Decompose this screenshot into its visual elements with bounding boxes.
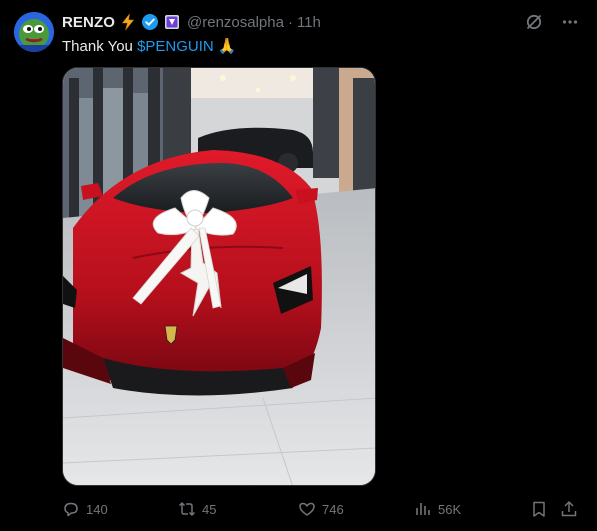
share-button[interactable] — [560, 498, 578, 520]
reply-count: 140 — [86, 501, 108, 517]
author-name[interactable]: RENZO — [62, 14, 115, 31]
tweet-text: Thank You $PENGUIN 🙏 — [62, 37, 236, 55]
timestamp[interactable]: 11h — [297, 14, 321, 31]
cashtag-link[interactable]: $PENGUIN — [137, 38, 214, 55]
repost-count: 45 — [202, 501, 217, 517]
avatar[interactable] — [14, 12, 54, 52]
reply-icon — [64, 502, 78, 517]
tweet-media-image[interactable] — [62, 67, 376, 486]
tweet-text-plain: Thank You — [62, 38, 138, 55]
author-handle[interactable]: @renzosalpha — [187, 14, 284, 31]
share-icon — [561, 500, 577, 517]
tweet-action-bar: 140 45 746 56K — [62, 498, 582, 520]
supercar-photo-icon — [63, 68, 375, 485]
repost-button[interactable]: 45 — [178, 498, 216, 520]
bookmark-button[interactable] — [530, 498, 548, 520]
grok-icon[interactable] — [523, 11, 545, 33]
views-count: 56K — [438, 501, 462, 517]
affiliate-badge-icon[interactable] — [163, 13, 181, 31]
reply-button[interactable]: 140 — [62, 498, 108, 520]
more-options-icon[interactable] — [559, 11, 581, 33]
repost-icon — [178, 501, 196, 517]
tweet-header: RENZO @renzosalpha · 11h — [62, 12, 321, 32]
praying-hands-emoji: 🙏 — [217, 38, 237, 55]
like-count: 746 — [322, 501, 344, 517]
lightning-icon — [119, 13, 137, 31]
like-button[interactable]: 746 — [298, 498, 344, 520]
tweet-top-actions — [523, 11, 581, 33]
heart-icon — [299, 502, 315, 516]
views-chart-icon — [416, 503, 430, 515]
tweet: RENZO @renzosalpha · 11h Thank You $PENG… — [0, 0, 597, 531]
verified-badge-icon[interactable] — [141, 13, 159, 31]
views-button[interactable]: 56K — [414, 498, 461, 520]
separator-dot: · — [287, 13, 293, 31]
bookmark-icon — [533, 501, 545, 517]
pepe-avatar-icon — [14, 12, 54, 52]
